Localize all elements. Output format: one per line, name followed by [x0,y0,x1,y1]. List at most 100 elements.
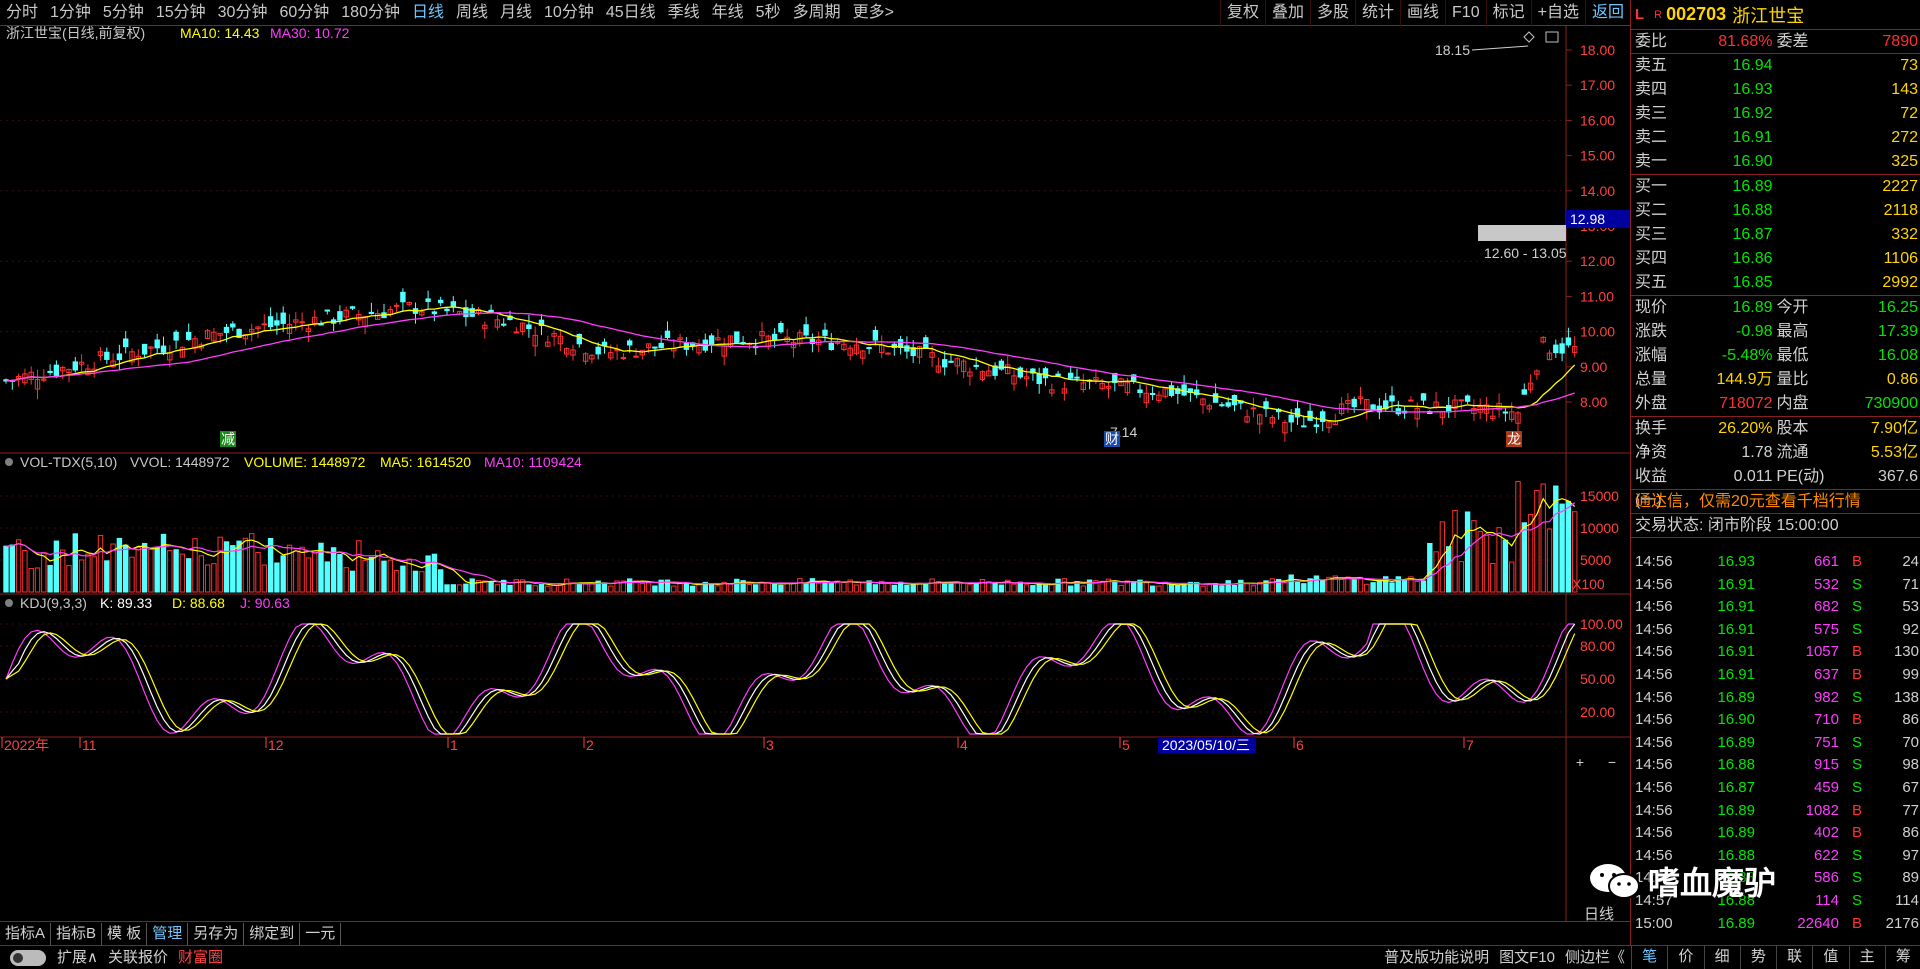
candle-body [1288,414,1294,423]
tick-count: 114 [1895,891,1919,909]
quote-tab-6[interactable]: 主 [1848,945,1885,969]
volume-bar [948,581,954,593]
period-tab-12[interactable]: 季线 [662,0,706,26]
app-window: 分时 1分钟 5分钟 15分钟 30分钟 60分钟 180分钟 日线 周线 月线 10分钟 45日线季… [0,0,1920,969]
status-f10[interactable]: 图文F10 [1494,947,1560,969]
toolbar-action-1[interactable]: 叠加 [1264,0,1310,26]
period-tab-3[interactable]: 15分钟 [150,0,212,26]
asks-row[interactable]: 卖一 16.90 325 [1631,150,1920,174]
tick-row[interactable]: 15:00 16.89 22640 B 2176 [1631,913,1920,936]
volume-bar [1149,585,1156,593]
volume-bar [822,581,828,593]
asks-row[interactable]: 卖二 16.91 272 [1631,126,1920,150]
tick-row[interactable]: 14:56 16.89 1082 B 77 [1631,800,1920,823]
quote-tab-7[interactable]: 筹 [1884,945,1920,969]
indicator-tab-5[interactable]: 绑定到 [244,922,301,945]
tick-side: B [1851,824,1862,842]
volume-bar [1288,574,1294,593]
bids-row[interactable]: 买二 16.88 2118 [1631,199,1920,223]
period-label[interactable]: 日线 [1568,903,1630,923]
indicator-tab-4[interactable]: 另存为 [188,922,245,945]
tick-row[interactable]: 14:56 16.89 402 B 86 [1631,822,1920,845]
quote-header: L R 002703 浙江世宝 [1631,0,1920,30]
tick-row[interactable]: 14:56 16.91 575 S 92 [1631,619,1920,642]
status-sidebar[interactable]: 侧边栏《 [1560,947,1630,969]
status-related-quote[interactable]: 关联报价 [103,947,173,969]
tick-row[interactable]: 14:56 16.91 682 S 53 [1631,596,1920,619]
period-tab-4[interactable]: 30分钟 [212,0,274,26]
status-help[interactable]: 普及版功能说明 [1379,947,1494,969]
indicator-tab-1[interactable]: 指标B [51,922,103,945]
asks-row[interactable]: 卖三 16.92 72 [1631,102,1920,126]
stock-name[interactable]: 浙江世宝 [1732,2,1804,28]
tick-row[interactable]: 14:56 16.90 710 B 86 [1631,709,1920,732]
tick-price: 16.91 [1717,575,1755,593]
period-tab-1[interactable]: 1分钟 [44,0,97,26]
asks-vol: 272 [1891,129,1918,146]
quote-tab-1[interactable]: 价 [1667,945,1703,969]
period-tab-11[interactable]: 45日线 [600,0,662,26]
fundamental-stats: 换手 26.20% 股本 7.90亿 净资 1.78 流通 5.53亿 收益(一) 0.011 PE… [1631,417,1920,509]
tick-row[interactable]: 14:56 16.89 982 S 138 [1631,687,1920,710]
tick-side: S [1851,846,1862,864]
period-tab-0[interactable]: 分时 [0,0,44,26]
volume-bar [809,578,816,593]
volume-bar [1320,579,1326,593]
toolbar-action-7[interactable]: +自选 [1530,0,1585,26]
asks-price: 16.94 [1732,57,1773,74]
toolbar-action-0[interactable]: 复权 [1219,0,1265,26]
tick-row[interactable]: 14:56 16.91 637 B 99 [1631,664,1920,687]
tick-row[interactable]: 14:56 16.87 459 S 67 [1631,777,1920,800]
stock-code[interactable]: 002703 [1666,4,1726,25]
bids-row[interactable]: 买一 16.89 2227 [1631,175,1920,199]
indicator-tab-0[interactable]: 指标A [0,922,52,945]
stock-chart-svg[interactable]: 18.0017.0016.0015.0014.0013.0012.0011.00… [0,25,1630,921]
period-tab-2[interactable]: 5分钟 [97,0,150,26]
asks-row[interactable]: 卖四 16.93 143 [1631,78,1920,102]
indicator-tab-2[interactable]: 模 板 [102,922,148,945]
toolbar-action-4[interactable]: 画线 [1400,0,1445,26]
period-tab-7[interactable]: 日线 [406,0,450,26]
indicator-tab-3[interactable]: 管理 [147,922,189,945]
tick-row[interactable]: 14:56 16.91 1057 B 130 [1631,641,1920,664]
period-tab-13[interactable]: 年线 [706,0,750,26]
tick-row[interactable]: 14:56 16.91 532 S 71 [1631,574,1920,597]
trade-state: 交易状态: 闭市阶段 15:00:00 [1631,514,1920,538]
status-wealth-circle[interactable]: 财富圈 [173,947,228,969]
promo-banner[interactable]: 通达信，仅需20元查看千档行情 [1631,490,1920,514]
toolbar-action-6[interactable]: 标记 [1485,0,1531,26]
bids-row[interactable]: 买四 16.86 1106 [1631,247,1920,271]
toolbar-action-2[interactable]: 多股 [1309,0,1355,26]
chart-area[interactable]: 18.0017.0016.0015.0014.0013.0012.0011.00… [0,25,1630,921]
period-tab-14[interactable]: 5秒 [750,0,787,26]
quote-tab-2[interactable]: 细 [1703,945,1740,969]
quote-tab-5[interactable]: 值 [1812,945,1848,969]
bids-row[interactable]: 买五 16.85 2992 [1631,271,1920,295]
toggle-switch[interactable] [10,949,46,966]
period-tab-8[interactable]: 周线 [450,0,494,26]
indicator-tab-6[interactable]: 一元 [300,922,342,945]
status-expand[interactable]: 扩展∧ [52,947,103,969]
period-tab-6[interactable]: 180分钟 [335,0,406,26]
quote-tab-4[interactable]: 联 [1776,945,1812,969]
period-tab-5[interactable]: 60分钟 [273,0,335,26]
tick-time: 14:56 [1635,575,1673,593]
period-tab-9[interactable]: 月线 [494,0,538,26]
period-tab-10[interactable]: 10分钟 [538,0,600,26]
quote-tab-0[interactable]: 笔 [1631,945,1667,969]
tick-row[interactable]: 14:56 16.88 915 S 98 [1631,754,1920,777]
toolbar-action-8[interactable]: 返回 [1584,0,1630,26]
period-tab-15[interactable]: 多周期 [787,0,847,26]
tick-row[interactable]: 14:56 16.89 751 S 70 [1631,732,1920,755]
quote-tab-3[interactable]: 势 [1739,945,1776,969]
toolbar-action-5[interactable]: F10 [1445,0,1486,26]
period-tab-16[interactable]: 更多> [847,0,900,26]
asks-row[interactable]: 卖五 16.94 73 [1631,54,1920,78]
toolbar-action-3[interactable]: 统计 [1355,0,1400,26]
bids-label: 买二 [1635,202,1668,219]
tick-row[interactable]: 14:56 16.93 661 B 24 [1631,551,1920,574]
candle-body [230,323,236,328]
candle-body [1389,395,1395,402]
bids-row[interactable]: 买三 16.87 332 [1631,223,1920,247]
xaxis-label: 11 [82,737,97,753]
